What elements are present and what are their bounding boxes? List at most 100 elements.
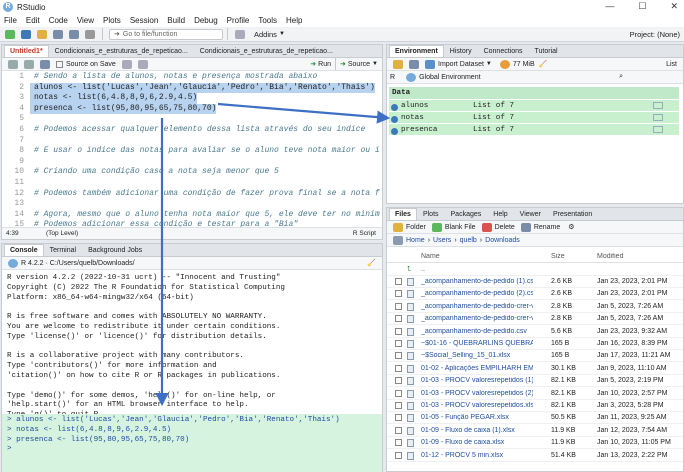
file-row[interactable]: ~$01-16 - QUEBRARLINS QUEBRARC... 165 B Ja…: [387, 338, 683, 350]
close-icon[interactable]: ✕: [670, 1, 678, 12]
file-name[interactable]: 01-09 - Fluxo de caixa.xlsx: [421, 439, 533, 446]
menu-profile[interactable]: Profile: [227, 16, 250, 25]
menu-help[interactable]: Help: [286, 16, 302, 25]
file-row[interactable]: 01-09 - Fluxo de caixa (1).xlsx 11.9 KB Ja…: [387, 425, 683, 437]
file-checkbox[interactable]: [395, 315, 402, 323]
file-name[interactable]: 01-05 - Função PEGAR.xlsx: [421, 414, 533, 421]
new-file-icon[interactable]: [5, 29, 15, 39]
menu-edit[interactable]: Edit: [26, 16, 40, 25]
menu-code[interactable]: Code: [49, 16, 68, 25]
list-view-select[interactable]: List: [666, 61, 677, 68]
tab-history[interactable]: History: [444, 45, 478, 57]
code-line[interactable]: 4 presenca <- list(95,80,95,65,75,80,70): [2, 103, 382, 115]
minimize-icon[interactable]: —: [605, 1, 614, 12]
save-all-icon[interactable]: [69, 29, 79, 39]
tab-packages[interactable]: Packages: [445, 208, 488, 220]
tab-terminal[interactable]: Terminal: [44, 244, 82, 256]
file-checkbox[interactable]: [395, 402, 402, 409]
file-row[interactable]: ~$Social_Selling_15_01.xlsx 165 B Jan 17, …: [387, 350, 683, 363]
menu-session[interactable]: Session: [130, 16, 158, 25]
code-line[interactable]: 10 # Criando uma condição caso a nota sej…: [2, 167, 382, 178]
view-grid-icon[interactable]: [653, 126, 663, 133]
new-project-icon[interactable]: [21, 29, 31, 39]
code-line[interactable]: 11: [2, 178, 382, 189]
file-checkbox[interactable]: [395, 414, 402, 422]
code-line[interactable]: 13: [2, 199, 382, 210]
file-row[interactable]: _acompanhamento-de-pedido.csv 5.6 KB Jan 2…: [387, 326, 683, 338]
search-icon[interactable]: [121, 59, 132, 69]
code-line[interactable]: 9: [2, 157, 382, 168]
file-name[interactable]: 01-02 - Aplicações EMPILHARH EMPIL...: [421, 365, 533, 372]
editor-tab-untitled1[interactable]: Untitled1*: [4, 45, 49, 57]
parent-directory-label[interactable]: ..: [421, 266, 533, 273]
menu-tools[interactable]: Tools: [258, 16, 277, 25]
file-row[interactable]: 01-12 - PROCV 5 min.xlsx 51.4 KB Jan 13, 2…: [387, 450, 683, 462]
column-name[interactable]: Name: [421, 253, 533, 260]
code-line[interactable]: 12 # Podemos também adicionar uma condiçã…: [2, 189, 382, 200]
column-modified[interactable]: Modified: [597, 253, 683, 260]
source-button[interactable]: Source: [348, 61, 370, 68]
tab-tutorial[interactable]: Tutorial: [529, 45, 564, 57]
console-commands[interactable]: > alunos <- list('Lucas','Jean','Glaucia…: [2, 414, 382, 472]
tab-connections[interactable]: Connections: [478, 45, 529, 57]
file-row[interactable]: _acompanhamento-de-pedido (1).csv 2.6 KB J…: [387, 276, 683, 288]
project-menu[interactable]: Project: (None): [630, 30, 680, 39]
file-row[interactable]: _acompanhamento-de-pedido-crer-v... 2.8 K…: [387, 301, 683, 313]
breadcrumb-downloads[interactable]: Downloads: [485, 237, 520, 244]
file-checkbox[interactable]: [395, 352, 402, 360]
file-name[interactable]: _acompanhamento-de-pedido (1).csv: [421, 278, 533, 285]
tab-presentation[interactable]: Presentation: [547, 208, 598, 220]
file-row[interactable]: _acompanhamento-de-pedido-crer-v... 2.8 K…: [387, 313, 683, 326]
addins-menu[interactable]: Addins: [254, 30, 277, 39]
goto-file-input[interactable]: ➜ Go to file/function: [109, 28, 223, 40]
file-checkbox[interactable]: [395, 389, 402, 397]
save-icon[interactable]: [40, 59, 50, 69]
save-icon[interactable]: [53, 29, 63, 39]
file-name[interactable]: ~$01-16 - QUEBRARLINS QUEBRARC...: [421, 340, 533, 347]
file-name[interactable]: 01-12 - PROCV 5 min.xlsx: [421, 452, 533, 459]
open-folder-icon[interactable]: [37, 29, 47, 39]
menu-view[interactable]: View: [77, 16, 94, 25]
menu-debug[interactable]: Debug: [194, 16, 218, 25]
editor-tab-condicionais-2[interactable]: Condicionais_e_estruturas_de_repeticao..…: [194, 45, 339, 57]
print-icon[interactable]: [85, 29, 95, 39]
tab-help[interactable]: Help: [487, 208, 513, 220]
run-button[interactable]: Run: [318, 61, 331, 68]
file-checkbox[interactable]: [395, 377, 402, 385]
scope-indicator[interactable]: (Top Level): [46, 230, 78, 237]
wand-icon[interactable]: [137, 59, 148, 69]
file-row[interactable]: 01-03 - PROCV valoresrepetidos.xlsx 82.1 …: [387, 400, 683, 412]
env-row-presenca[interactable]: presenca List of 7: [389, 123, 679, 135]
expand-icon[interactable]: [391, 127, 398, 135]
file-checkbox[interactable]: [395, 278, 402, 285]
tab-console[interactable]: Console: [4, 244, 44, 256]
file-name[interactable]: _acompanhamento-de-pedido.csv: [421, 328, 533, 335]
tab-viewer[interactable]: Viewer: [514, 208, 547, 220]
grid-icon[interactable]: [235, 29, 245, 39]
column-size[interactable]: Size: [551, 253, 591, 260]
file-checkbox[interactable]: [395, 327, 402, 335]
delete-button[interactable]: Delete: [495, 224, 515, 231]
blank-file-button[interactable]: Blank File: [445, 224, 476, 231]
expand-icon[interactable]: [391, 115, 398, 123]
code-line[interactable]: 1 # Sendo a lista de alunos, notas e pres…: [2, 72, 382, 83]
code-line[interactable]: 5: [2, 114, 382, 125]
clear-console-icon[interactable]: 🧹: [367, 259, 376, 267]
forward-arrow-icon[interactable]: [24, 59, 34, 69]
file-name[interactable]: 01-03 - PROCV valoresrepetidos (1).xlsx: [421, 377, 533, 384]
code-line[interactable]: 3 notas <- list(6,4.8,8,9,6,2.9,4.5): [2, 93, 382, 104]
file-name[interactable]: _acompanhamento-de-pedido (2).csv: [421, 290, 533, 297]
save-icon[interactable]: [409, 59, 419, 69]
file-row[interactable]: 01-05 - Função PEGAR.xlsx 50.5 KB Jan 11, …: [387, 412, 683, 425]
rename-button[interactable]: Rename: [534, 224, 560, 231]
code-line[interactable]: 14 # Agora, mesmo que o aluno tenha nota …: [2, 210, 382, 221]
maximize-icon[interactable]: ☐: [638, 1, 646, 12]
code-line[interactable]: 2 alunos <- list('Lucas','Jean','Glaucia'…: [2, 82, 382, 94]
search-icon[interactable]: ⌕: [619, 73, 623, 81]
memory-usage[interactable]: 77 MiB: [513, 61, 535, 68]
back-arrow-icon[interactable]: [8, 59, 18, 69]
file-checkbox[interactable]: [395, 426, 402, 434]
code-area[interactable]: 1 # Sendo a lista de alunos, notas e pres…: [2, 72, 382, 228]
tab-environment[interactable]: Environment: [389, 45, 444, 57]
file-name[interactable]: 01-03 - PROCV valoresrepetidos (2).xlsx: [421, 390, 533, 397]
